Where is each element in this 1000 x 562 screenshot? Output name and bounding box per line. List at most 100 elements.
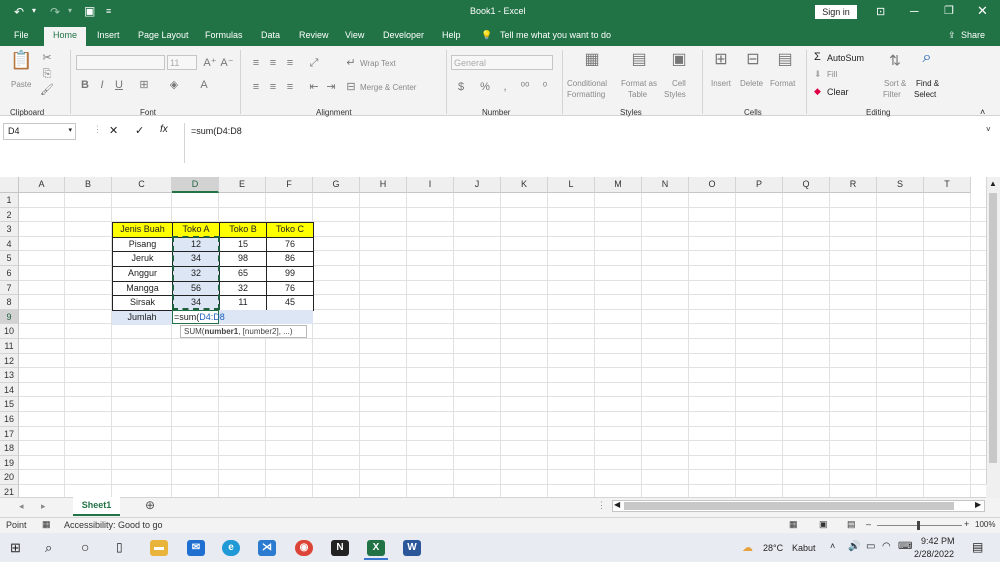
table-cell[interactable]: Pisang [112,236,173,253]
clock-time[interactable]: 9:42 PM [921,536,955,546]
table-cell[interactable]: 45 [266,295,314,311]
customize-toolbar-icon[interactable]: ≡ [106,6,111,16]
page-layout-view-icon[interactable]: ▣ [819,519,828,530]
column-header-a[interactable]: A [19,177,65,193]
tab-data[interactable]: Data [261,30,280,40]
autosum-icon[interactable]: Σ [814,51,821,63]
row-header-13[interactable]: 13 [0,368,19,383]
edge-icon[interactable]: e [222,540,240,556]
next-sheet-icon[interactable]: ▸ [41,501,46,512]
table-cell[interactable]: Anggur [112,266,173,282]
tab-review[interactable]: Review [299,30,329,40]
row-header-8[interactable]: 8 [0,295,19,310]
hscroll-thumb[interactable] [624,502,954,510]
column-header-m[interactable]: M [595,177,642,193]
table-cell[interactable]: 76 [266,280,314,297]
mail-icon[interactable]: ✉ [187,540,205,556]
clock-date[interactable]: 2/28/2022 [914,549,954,559]
row-header-19[interactable]: 19 [0,455,19,471]
name-box[interactable]: D4 ▾ [3,123,76,140]
tab-home[interactable]: Home [44,27,87,46]
row-header-11[interactable]: 11 [0,339,19,354]
scroll-thumb[interactable] [989,193,997,463]
close-icon[interactable]: ✕ [977,3,988,19]
search-icon[interactable]: ⌕ [45,540,52,556]
insert-function-icon[interactable]: fx [160,124,168,135]
weather-icon[interactable]: ☁ [742,541,753,554]
column-header-k[interactable]: K [501,177,548,193]
column-header-i[interactable]: I [407,177,454,193]
select-all-corner[interactable] [0,177,19,193]
zoom-level[interactable]: 100% [975,520,995,529]
find-select-button[interactable]: Find & [916,79,939,88]
weather-text[interactable]: Kabut [792,543,816,553]
row-header-10[interactable]: 10 [0,324,19,339]
zoom-in-icon[interactable]: + [964,519,969,529]
column-header-d[interactable]: D [172,177,219,193]
cancel-icon[interactable]: ✕ [109,124,118,137]
scroll-left-icon[interactable]: ◀ [614,500,620,509]
tab-view[interactable]: View [345,30,364,40]
table-cell[interactable]: 32 [219,280,267,297]
scroll-up-icon[interactable]: ▲ [989,179,997,188]
tab-file[interactable]: File [14,30,29,40]
add-sheet-icon[interactable]: ⊕ [145,498,155,512]
share-icon[interactable]: ⇪ [948,30,956,41]
formula-input[interactable]: =sum(D4:D8 [184,123,984,163]
table-cell[interactable]: Jeruk [112,251,173,267]
macro-icon[interactable]: ▦ [42,519,51,530]
find-select-label-2[interactable]: Select [914,90,936,99]
maximize-icon[interactable]: ❐ [944,4,954,17]
normal-view-icon[interactable]: ▦ [789,519,798,530]
zoom-slider-handle[interactable] [917,521,920,530]
chevron-down-icon[interactable]: ▾ [32,6,36,15]
column-header-s[interactable]: S [877,177,924,193]
row-header-18[interactable]: 18 [0,441,19,456]
row-header-7[interactable]: 7 [0,280,19,296]
row-header-17[interactable]: 17 [0,426,19,442]
undo-icon[interactable]: ↶ [14,5,24,19]
table-cell[interactable]: 86 [266,251,314,267]
table-cell[interactable]: Sirsak [112,295,173,311]
table-cell[interactable]: 98 [219,251,267,267]
notifications-icon[interactable]: ▤ [972,540,983,554]
column-header-g[interactable]: G [313,177,360,193]
prev-sheet-icon[interactable]: ◂ [19,501,24,512]
row-header-20[interactable]: 20 [0,470,19,485]
page-break-view-icon[interactable]: ▤ [847,519,856,530]
row-header-3[interactable]: 3 [0,222,19,237]
tab-formulas[interactable]: Formulas [205,30,243,40]
share-button[interactable]: Share [961,30,985,40]
expand-formula-icon[interactable]: ˅ [986,125,991,134]
name-box-value[interactable]: D4 [8,126,20,136]
sheet-tab-sheet1[interactable]: Sheet1 [73,497,120,516]
sign-in-button[interactable]: Sign in [815,5,857,19]
row-header-16[interactable]: 16 [0,412,19,427]
table-header[interactable]: Toko B [219,222,267,238]
clear-button[interactable]: Clear [827,87,849,97]
word-icon[interactable]: W [403,540,421,556]
minimize-icon[interactable]: ─ [910,4,919,18]
clear-icon[interactable]: ◆ [814,86,821,97]
column-header-r[interactable]: R [830,177,877,193]
redo-icon[interactable]: ↷ [50,5,60,19]
collapse-ribbon-icon[interactable]: ˄ [980,107,985,117]
column-header-t[interactable]: T [924,177,971,193]
widgets-icon[interactable]: ▯ [116,540,123,554]
tooltip-arg1[interactable]: number1 [204,327,238,336]
file-explorer-icon[interactable]: ▬ [150,540,168,556]
vscode-icon[interactable]: ⋊ [258,540,276,556]
column-header-q[interactable]: Q [783,177,830,193]
chrome-icon[interactable]: ◉ [295,540,313,556]
active-cell-editor[interactable]: =sum(D4:D8 [172,310,225,324]
autosum-button[interactable]: AutoSum [827,53,864,63]
column-header-h[interactable]: H [360,177,407,193]
table-cell[interactable]: 76 [266,236,314,253]
table-cell[interactable]: 11 [219,295,267,311]
table-cell[interactable]: 99 [266,266,314,282]
notion-icon[interactable]: N [331,540,349,556]
tab-page-layout[interactable]: Page Layout [138,30,189,40]
enter-icon[interactable]: ✓ [135,124,144,137]
row-header-5[interactable]: 5 [0,251,19,266]
excel-icon[interactable]: X [367,540,385,556]
